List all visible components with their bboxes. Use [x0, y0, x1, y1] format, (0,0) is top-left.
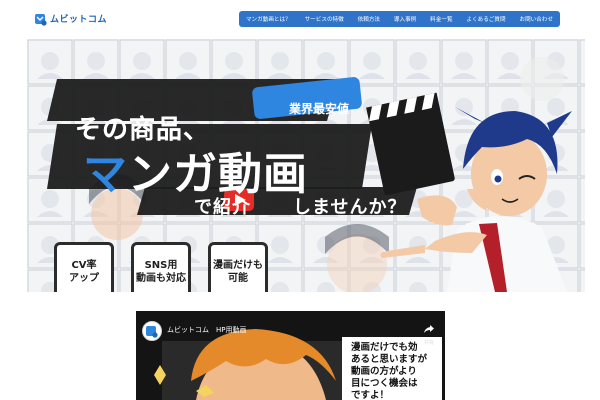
feature-cv-line2: アップ	[69, 273, 99, 284]
site-logo[interactable]: ムビットコム	[34, 11, 108, 26]
hero-badge-lowest-price: 業界最安値	[289, 102, 350, 116]
feature-badge-cv-rate: CV率 アップ	[54, 242, 114, 292]
page: ムビットコム マンガ動画とは？ サービスの特徴 依頼方法 導入事例 料金一覧 よ…	[0, 0, 600, 400]
feature-manga-line2: 可能	[228, 273, 248, 284]
video-channel-avatar[interactable]	[142, 321, 162, 341]
hero-title-line2-accent: マ	[83, 149, 128, 200]
youtube-video-embed[interactable]: ムビットコム HP用動画 共有 漫画だけでも効 あると思いますが 動画の方がより…	[136, 311, 445, 400]
video-title[interactable]: ムビットコム HP用動画	[167, 325, 247, 335]
manga-line: あると思いますが	[351, 354, 428, 365]
feature-sns-line2: 動画も対応	[136, 273, 186, 284]
logo-text: ムビットコム	[50, 14, 108, 25]
hero-banner[interactable]: その商品、 業界最安値 マンガ動画 で紹介 しませんか？ CV率 アップ SNS用…	[27, 39, 585, 292]
hero-title-line3-a: で紹介	[194, 197, 251, 218]
nav-item-contact[interactable]: お問い合わせ	[513, 11, 560, 27]
logo-mark-icon	[34, 11, 47, 26]
feature-sns-line1: SNS用	[144, 260, 178, 271]
nav-item-cases[interactable]: 導入事例	[387, 11, 423, 27]
channel-logo-icon	[146, 326, 158, 338]
feature-cv-line1: CV率	[71, 260, 97, 271]
manga-line: 漫画だけでも効	[351, 342, 418, 353]
hero-title-line3: で紹介 しませんか？	[194, 193, 406, 219]
nav-item-features[interactable]: サービスの特徴	[298, 11, 351, 27]
manga-line: ですよ！	[351, 390, 390, 400]
nav-item-about[interactable]: マンガ動画とは？	[239, 11, 298, 27]
manga-line: 動画の方がより	[351, 366, 417, 377]
feature-manga-line1: 漫画だけも	[213, 260, 263, 271]
feature-badge-sns: SNS用 動画も対応	[131, 242, 191, 292]
feature-badge-manga-only: 漫画だけも 可能	[208, 242, 268, 292]
hero-title-line3-b: しませんか？	[293, 197, 407, 218]
video-manga-caption: 漫画だけでも効 あると思いますが 動画の方がより 目につく機会は ですよ！	[351, 342, 427, 400]
manga-line: 目につく機会は	[351, 378, 418, 389]
main-nav: マンガ動画とは？ サービスの特徴 依頼方法 導入事例 料金一覧 よくあるご質問 …	[239, 11, 560, 27]
nav-item-pricing[interactable]: 料金一覧	[423, 11, 459, 27]
share-icon	[424, 325, 434, 333]
site-header: ムビットコム マンガ動画とは？ サービスの特徴 依頼方法 導入事例 料金一覧 よ…	[0, 0, 600, 36]
nav-item-order[interactable]: 依頼方法	[351, 11, 387, 27]
nav-item-faq[interactable]: よくあるご質問	[459, 11, 512, 27]
